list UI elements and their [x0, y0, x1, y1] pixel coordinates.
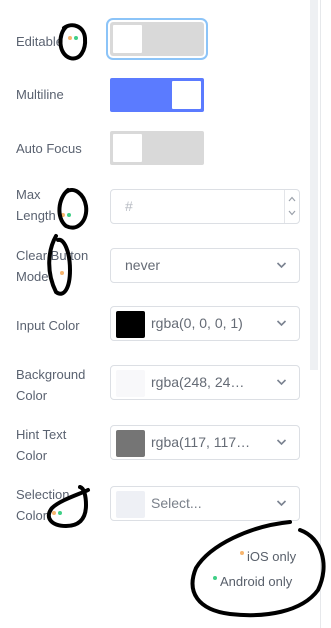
props-panel: Editable Multiline Auto Focus Max Length…: [0, 0, 331, 628]
annotation-circle: [58, 23, 88, 61]
annotation-circle: [47, 234, 73, 296]
annotation-marks: [46, 23, 326, 618]
annotation-circle: [190, 520, 326, 618]
annotation-circle: [57, 187, 89, 230]
annotation-circle: [46, 485, 90, 529]
